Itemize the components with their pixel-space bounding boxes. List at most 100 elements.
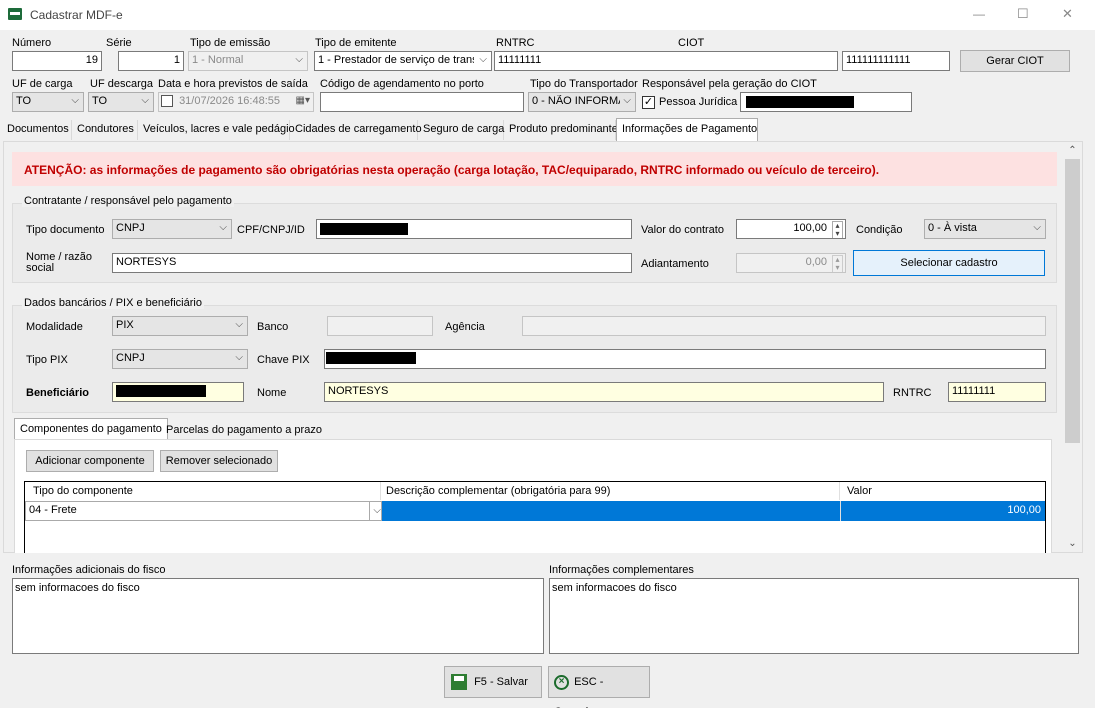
condicao-select[interactable]: 0 - À vista ⌵ (924, 219, 1046, 239)
tipo-documento-label: Tipo documento (26, 224, 105, 236)
data-hora-picker[interactable]: 31/07/2026 16:48:55 ▦▾ (158, 92, 314, 112)
info-fisco-memo[interactable]: sem informacoes do fisco (12, 578, 544, 654)
maximize-button[interactable]: ☐ (1017, 6, 1029, 22)
beneficiario-rntrc-label: RNTRC (893, 387, 932, 399)
close-button[interactable]: ✕ (1062, 6, 1073, 22)
chevron-down-icon: ⌵ (479, 54, 487, 65)
uf-carga-select[interactable]: TO ⌵ (12, 92, 84, 112)
alert-text: ATENÇÃO: as informações de pagamento são… (24, 163, 880, 177)
redacted-block (326, 352, 416, 364)
codigo-agendamento-label: Código de agendamento no porto (320, 78, 484, 90)
subtab-componentes[interactable]: Componentes do pagamento (14, 418, 168, 440)
scroll-down-icon[interactable]: ⌄ (1064, 535, 1081, 552)
title-bar: Cadastrar MDF-e — ☐ ✕ (0, 0, 1095, 30)
cpf-cnpj-label: CPF/CNPJ/ID (237, 224, 305, 236)
valor-contrato-label: Valor do contrato (641, 224, 724, 236)
tab-pagamento[interactable]: Informações de Pagamento (616, 118, 758, 142)
tab-condutores[interactable]: Condutores (72, 120, 138, 140)
banco-field (327, 316, 433, 336)
tipo-transportador-label: Tipo do Transportador (530, 78, 638, 90)
selecionar-cadastro-button[interactable]: Selecionar cadastro (853, 250, 1045, 276)
beneficiario-rntrc-field[interactable]: 11111111 (948, 382, 1046, 402)
chave-pix-label: Chave PIX (257, 354, 310, 366)
valor-contrato-field[interactable]: 100,00 ▴ ▾ (736, 219, 846, 239)
adiantamento-label: Adiantamento (641, 258, 709, 270)
row-tipo-select[interactable]: 04 - Frete ⌵ (25, 501, 382, 521)
numero-field[interactable]: 19 (12, 51, 102, 71)
chevron-down-icon: ⌵ (235, 319, 243, 330)
tipo-pix-value: CNPJ (116, 352, 145, 364)
data-hora-value: 31/07/2026 16:48:55 (179, 95, 280, 107)
agencia-label: Agência (445, 321, 485, 333)
uf-descarga-label: UF descarga (90, 78, 153, 90)
valor-contrato-value: 100,00 (793, 222, 827, 234)
beneficiario-nome-field[interactable]: NORTESYS (324, 382, 884, 402)
row-descricao-cell[interactable] (382, 501, 841, 521)
modalidade-select[interactable]: PIX ⌵ (112, 316, 248, 336)
column-header-tipo[interactable]: Tipo do componente (25, 482, 381, 500)
codigo-agendamento-field[interactable] (320, 92, 524, 112)
minimize-button[interactable]: — (973, 7, 985, 21)
scroll-up-icon[interactable]: ⌃ (1064, 142, 1081, 159)
chevron-down-icon: ⌵ (1033, 222, 1041, 233)
responsavel-ciot-label: Responsável pela geração do CIOT (642, 78, 817, 90)
pessoa-juridica-checkbox[interactable]: ✓ (642, 96, 655, 109)
adicionar-componente-button[interactable]: Adicionar componente (26, 450, 154, 472)
data-hora-label: Data e hora previstos de saída (158, 78, 308, 90)
salvar-label: F5 - Salvar (474, 676, 528, 688)
window-title: Cadastrar MDF-e (30, 8, 123, 22)
uf-descarga-select[interactable]: TO ⌵ (88, 92, 154, 112)
cancel-icon: × (554, 674, 569, 690)
app-icon (8, 8, 22, 20)
tipo-transportador-select[interactable]: 0 - NÃO INFORMA ⌵ (528, 92, 636, 112)
row-valor-value: 100,00 (1007, 504, 1041, 516)
tab-veiculos[interactable]: Veículos, lacres e vale pedágio (138, 120, 295, 140)
tab-cidades[interactable]: Cidades de carregamento (290, 120, 422, 140)
scroll-thumb[interactable] (1065, 159, 1080, 443)
subtab-parcelas[interactable]: Parcelas do pagamento a prazo (162, 422, 326, 440)
info-fisco-label: Informações adicionais do fisco (12, 564, 166, 576)
numero-label: Número (12, 37, 52, 49)
chevron-down-icon: ⌵ (141, 95, 149, 106)
row-valor-cell[interactable]: 100,00 (841, 501, 1045, 521)
chave-pix-field[interactable] (324, 349, 1046, 369)
spinner-icon[interactable]: ▴ ▾ (832, 221, 843, 238)
data-hora-checkbox[interactable] (161, 95, 173, 108)
condicao-label: Condição (856, 224, 903, 236)
vertical-scrollbar[interactable]: ⌃ ⌄ (1064, 142, 1081, 552)
contratante-group-title: Contratante / responsável pelo pagamento (22, 195, 234, 207)
tipo-emissao-select: 1 - Normal ⌵ (188, 51, 308, 71)
chevron-down-icon: ⌵ (219, 222, 227, 233)
ciot-field[interactable]: 111111111111 (842, 51, 950, 71)
tipo-emitente-select[interactable]: 1 - Prestador de serviço de transpo ⌵ (314, 51, 492, 71)
serie-label: Série (106, 37, 132, 49)
column-header-descricao[interactable]: Descrição complementar (obrigatória para… (382, 482, 840, 500)
cancelar-button[interactable]: × ESC - Cancelar (548, 666, 650, 708)
salvar-button[interactable]: F5 - Salvar (444, 666, 542, 698)
tipo-documento-select[interactable]: CNPJ ⌵ (112, 219, 232, 239)
uf-descarga-value: TO (92, 95, 108, 107)
tab-produto[interactable]: Produto predominante (504, 120, 618, 140)
tipo-transportador-value: 0 - NÃO INFORMA (532, 95, 620, 107)
tipo-pix-label: Tipo PIX (26, 354, 68, 366)
remover-selecionado-button[interactable]: Remover selecionado (160, 450, 278, 472)
alert-box: ATENÇÃO: as informações de pagamento são… (12, 152, 1057, 186)
tipo-pix-select[interactable]: CNPJ ⌵ (112, 349, 248, 369)
gerar-ciot-button[interactable]: Gerar CIOT (960, 50, 1070, 72)
table-row[interactable]: 04 - Frete ⌵ 100,00 (25, 501, 1045, 521)
banco-label: Banco (257, 321, 289, 333)
tab-documentos[interactable]: Documentos (2, 120, 72, 140)
redacted-block (116, 385, 206, 397)
info-compl-label: Informações complementares (549, 564, 694, 576)
column-header-valor[interactable]: Valor (841, 482, 1045, 500)
bancarios-group-title: Dados bancários / PIX e beneficiário (22, 297, 204, 309)
serie-field[interactable]: 1 (118, 51, 184, 71)
uf-carga-label: UF de carga (12, 78, 73, 90)
rntrc-field[interactable]: 11111111 (494, 51, 838, 71)
subtab-parcelas-label: Parcelas do pagamento a prazo (166, 424, 322, 436)
adiantamento-field: 0,00 ▴ ▾ (736, 253, 846, 273)
info-compl-memo[interactable]: sem informacoes do fisco (549, 578, 1079, 654)
nome-razao-field[interactable]: NORTESYS (112, 253, 632, 273)
calendar-icon[interactable]: ▦▾ (296, 95, 310, 106)
tab-seguro[interactable]: Seguro de carga (418, 120, 504, 140)
